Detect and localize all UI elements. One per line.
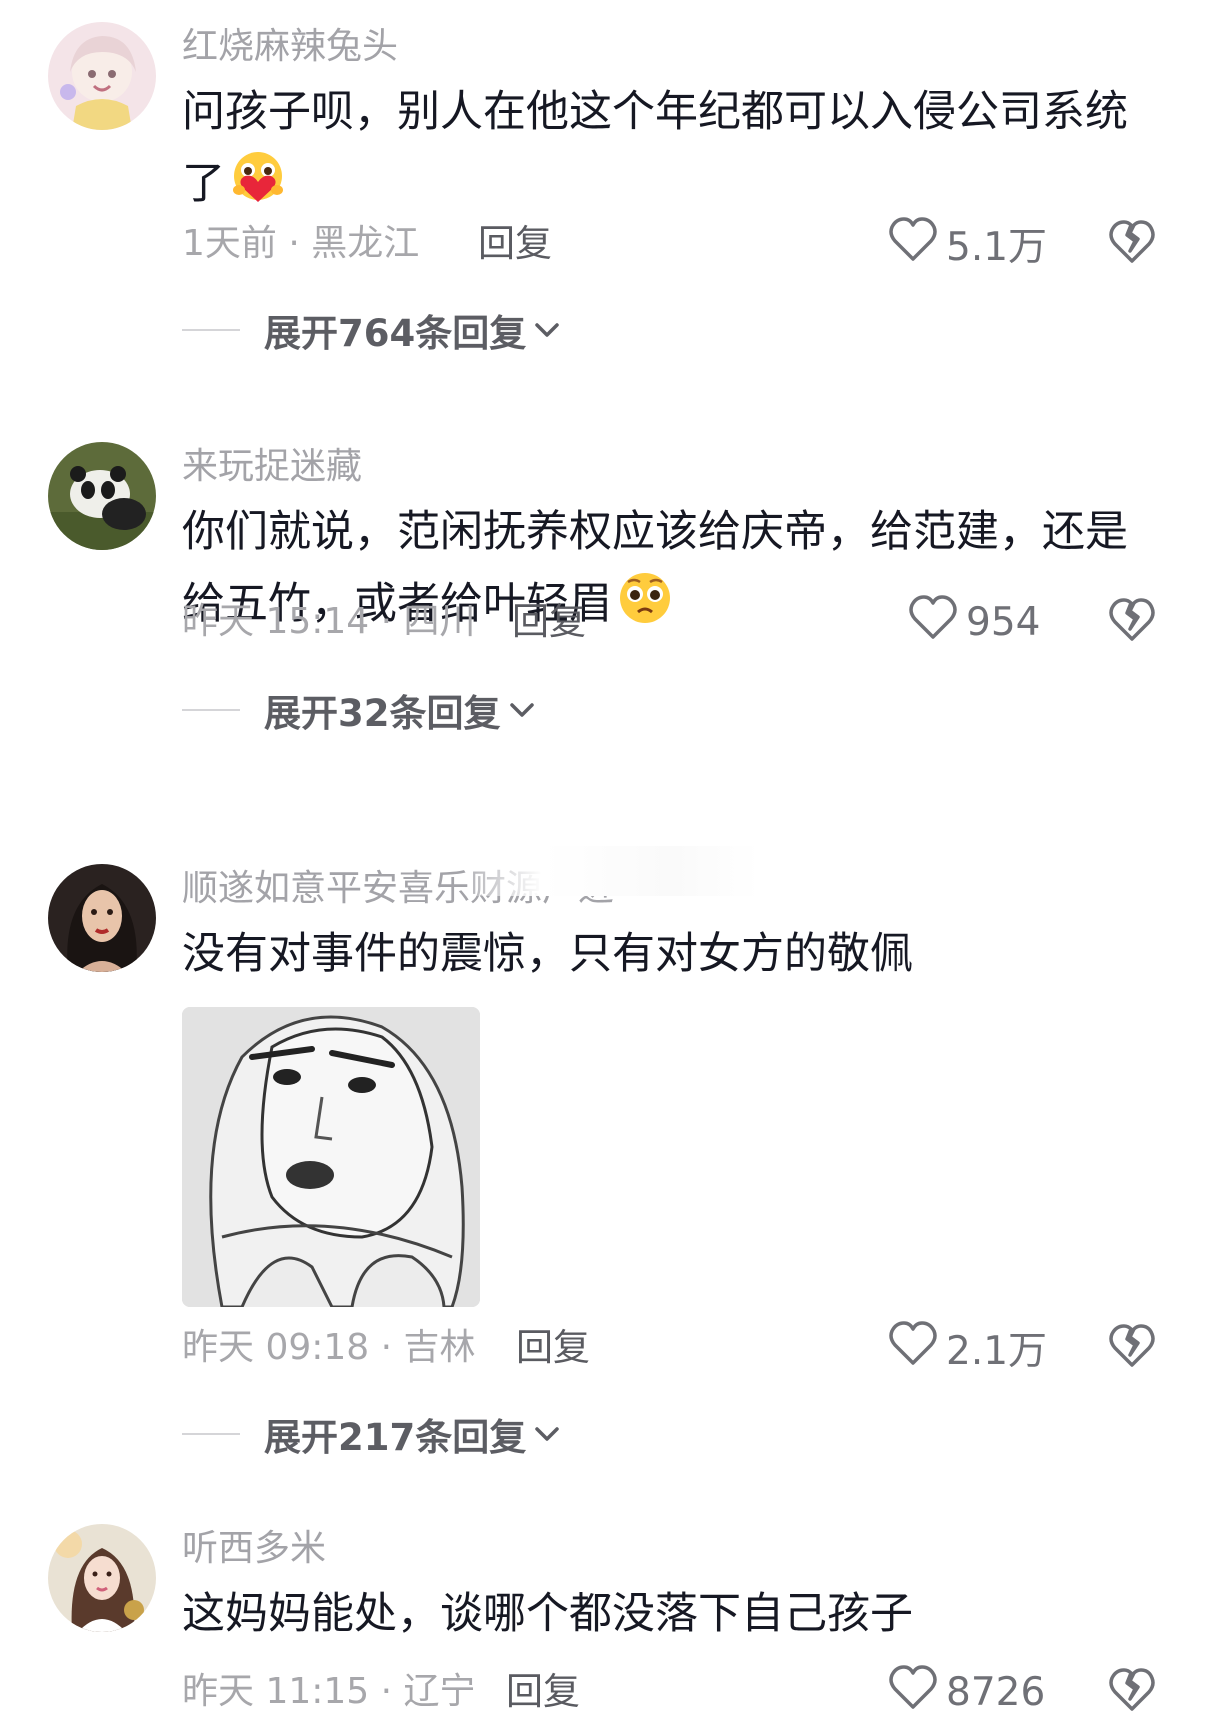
- reply-button[interactable]: 回复: [506, 1662, 580, 1722]
- comment-image[interactable]: [182, 1007, 480, 1307]
- like-button[interactable]: 5.1万: [888, 214, 1047, 274]
- like-count: 954: [966, 599, 1041, 645]
- comment-time-location: 昨天 11:15 · 辽宁: [182, 1671, 476, 1712]
- reply-button[interactable]: 回复: [512, 592, 586, 652]
- comment-item: 来玩捉迷藏 你们就说，范闲抚养权应该给庆帝，给范建，还是给五竹，或者给叶轻眉 昨…: [0, 442, 1206, 812]
- comment-time-location: 昨天 15:14 · 四川: [182, 601, 476, 642]
- expand-replies-button[interactable]: 展开32条回复: [182, 682, 537, 738]
- like-button[interactable]: 8726: [888, 1662, 1045, 1722]
- expand-replies-button[interactable]: 展开764条回复: [182, 302, 562, 358]
- username[interactable]: 红烧麻辣兔头: [182, 22, 398, 72]
- chevron-down-icon: [532, 315, 562, 345]
- avatar[interactable]: [48, 22, 156, 130]
- reply-button[interactable]: 回复: [516, 1318, 590, 1378]
- dislike-button[interactable]: [1108, 592, 1158, 652]
- pleading-face-emoji-icon: [616, 570, 674, 648]
- blurred-overlay: [470, 846, 760, 896]
- broken-heart-icon: [1108, 597, 1156, 647]
- chevron-down-icon: [532, 1419, 562, 1449]
- like-button[interactable]: 954: [908, 592, 1040, 652]
- divider: [182, 709, 240, 711]
- like-count: 8726: [946, 1669, 1046, 1715]
- username[interactable]: 听西多米: [182, 1524, 326, 1574]
- like-count: 2.1万: [946, 1329, 1048, 1374]
- expand-replies-button[interactable]: 展开217条回复: [182, 1406, 562, 1462]
- expand-replies-label: 展开764条回复: [264, 312, 527, 355]
- dislike-button[interactable]: [1108, 1662, 1158, 1722]
- divider: [182, 329, 240, 331]
- expand-replies-label: 展开32条回复: [264, 692, 501, 735]
- comment-time-location: 1天前 · 黑龙江: [182, 223, 420, 264]
- heart-outline-icon: [888, 215, 938, 273]
- heart-outline-icon: [888, 1663, 938, 1721]
- like-count: 5.1万: [946, 225, 1048, 270]
- comment-text: 问孩子呗，别人在他这个年纪都可以入侵公司系统了: [182, 76, 1162, 228]
- heart-outline-icon: [888, 1319, 938, 1377]
- like-button[interactable]: 2.1万: [888, 1318, 1047, 1378]
- comment-text: 这妈妈能处，谈哪个都没落下自己孩子: [182, 1589, 913, 1639]
- dislike-button[interactable]: [1108, 214, 1158, 274]
- broken-heart-icon: [1108, 1323, 1156, 1373]
- avatar[interactable]: [48, 442, 156, 550]
- dislike-button[interactable]: [1108, 1318, 1158, 1378]
- avatar[interactable]: [48, 864, 156, 972]
- comment-feed: 红烧麻辣兔头 问孩子呗，别人在他这个年纪都可以入侵公司系统了 1天前 · 黑龙江…: [0, 0, 1206, 1732]
- divider: [182, 1433, 240, 1435]
- username[interactable]: 来玩捉迷藏: [182, 442, 362, 492]
- comment-item: 红烧麻辣兔头 问孩子呗，别人在他这个年纪都可以入侵公司系统了 1天前 · 黑龙江…: [0, 22, 1206, 392]
- shocked-face-sketch-meme: [182, 1007, 480, 1307]
- comment-item: 听西多米 这妈妈能处，谈哪个都没落下自己孩子 昨天 11:15 · 辽宁 回复 …: [0, 1524, 1206, 1732]
- comment-time-location: 昨天 09:18 · 吉林: [182, 1327, 476, 1368]
- broken-heart-icon: [1108, 1667, 1156, 1717]
- avatar[interactable]: [48, 1524, 156, 1632]
- broken-heart-icon: [1108, 219, 1156, 269]
- comment-item: 顺遂如意平安喜乐财源广进 没有对事件的震惊，只有对女方的敬佩 昨天 09:18 …: [0, 864, 1206, 1484]
- comment-text: 没有对事件的震惊，只有对女方的敬佩: [182, 929, 913, 979]
- reply-button[interactable]: 回复: [478, 214, 552, 274]
- heart-outline-icon: [908, 593, 958, 651]
- chevron-down-icon: [507, 695, 537, 725]
- expand-replies-label: 展开217条回复: [264, 1416, 527, 1459]
